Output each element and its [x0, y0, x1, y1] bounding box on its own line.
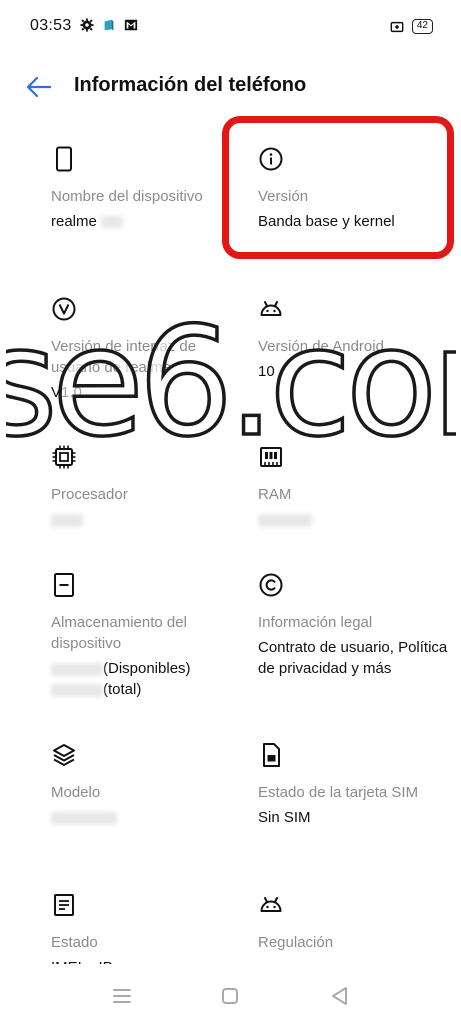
- storage-item[interactable]: Almacenamiento del dispositivo (Disponib…: [51, 572, 241, 700]
- model-label: Modelo: [51, 784, 101, 801]
- device-name-label: Nombre del dispositivo: [51, 188, 203, 205]
- status-bar: 03:53 42: [0, 0, 461, 56]
- navigation-bar: [0, 964, 461, 1024]
- chip-icon: [52, 445, 76, 469]
- android-version-label: Versión de Android: [258, 338, 384, 355]
- status-time: 03:53: [30, 17, 72, 34]
- storage-label: Almacenamiento del dispositivo: [51, 614, 187, 652]
- ui-version-item[interactable]: Versión de interfaz de usuario de realme…: [51, 296, 241, 403]
- ram-icon: [260, 447, 282, 467]
- processor-item[interactable]: Procesador: [51, 444, 241, 530]
- sim-status-value: Sin SIM: [258, 809, 311, 826]
- model-item[interactable]: Modelo: [51, 742, 241, 828]
- v-circle-icon: [52, 297, 76, 321]
- battery-indicator: 42: [411, 19, 433, 34]
- gmail-icon: [124, 19, 138, 31]
- legal-info-item[interactable]: Información legal Contrato de usuario, P…: [258, 572, 448, 679]
- gear-icon: [80, 18, 94, 32]
- android-icon: [260, 301, 282, 316]
- back-triangle-icon[interactable]: [326, 982, 354, 1010]
- arrow-left-icon[interactable]: [26, 75, 52, 99]
- ui-version-value: V1.0: [51, 384, 82, 401]
- status-label: Estado: [51, 934, 98, 951]
- sim-status-item[interactable]: Estado de la tarjeta SIM Sin SIM: [258, 742, 448, 828]
- processor-label: Procesador: [51, 486, 128, 503]
- copyright-icon: [259, 573, 283, 597]
- phone-icon: [56, 146, 72, 172]
- device-name-item[interactable]: Nombre del dispositivo realme: [51, 146, 241, 232]
- sim-status-label: Estado de la tarjeta SIM: [258, 784, 419, 801]
- ram-value: [258, 509, 448, 530]
- home-icon[interactable]: [216, 982, 244, 1010]
- ram-item[interactable]: RAM: [258, 444, 448, 530]
- ui-version-label: Versión de interfaz de usuario de realme: [51, 338, 197, 376]
- ram-label: RAM: [258, 486, 292, 503]
- model-value: [51, 807, 241, 828]
- app-header: Información del teléfono: [0, 62, 461, 112]
- legal-info-value: Contrato de usuario, Política de privaci…: [258, 639, 448, 677]
- android-version-value: 10: [258, 363, 275, 380]
- storage-value-total: (total): [51, 679, 241, 700]
- sim-card-icon: [263, 743, 280, 767]
- storage-icon: [54, 573, 74, 597]
- status-notification-icons: [80, 18, 138, 32]
- regulation-item[interactable]: Regulación: [258, 892, 448, 953]
- camera-icon: [390, 21, 404, 32]
- layers-icon: [53, 744, 75, 766]
- device-name-value: realme: [51, 211, 241, 232]
- regulation-label: Regulación: [258, 934, 334, 951]
- android-icon: [260, 897, 282, 912]
- menu-icon[interactable]: [108, 982, 136, 1010]
- status-system-icons: 42: [390, 19, 433, 34]
- storage-value-available: (Disponibles): [51, 658, 241, 679]
- document-icon: [54, 894, 74, 916]
- processor-value: [51, 509, 241, 530]
- legal-info-label: Información legal: [258, 614, 373, 631]
- highlight-box: [222, 116, 454, 259]
- app-notification-icon: [104, 19, 114, 31]
- page-title: Información del teléfono: [74, 74, 307, 96]
- android-version-item[interactable]: Versión de Android 10: [258, 296, 448, 382]
